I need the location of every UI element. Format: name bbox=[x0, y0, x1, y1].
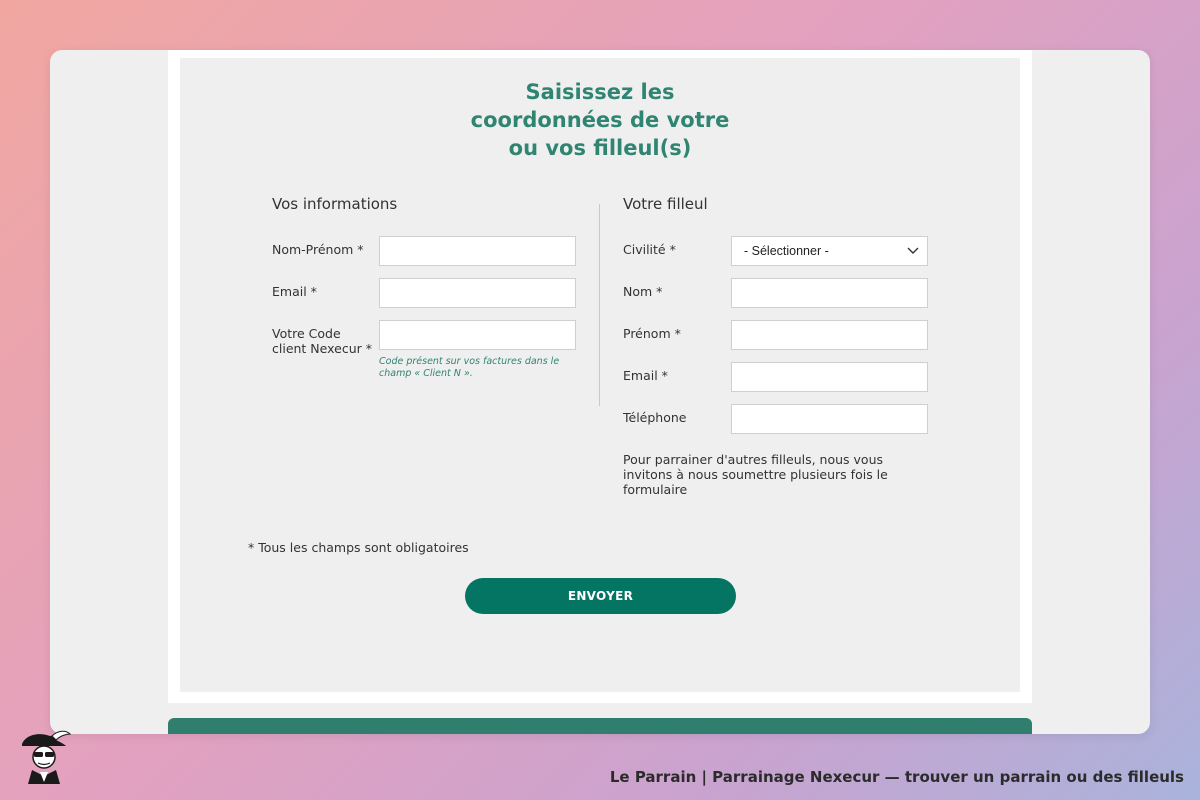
filleul-email-label: Email * bbox=[623, 368, 668, 383]
form-title-line-2: coordonnées de votre bbox=[470, 108, 730, 132]
prenom-label: Prénom * bbox=[623, 326, 681, 341]
form-title-line-1: Saisissez les bbox=[525, 80, 675, 104]
form-title-line-3: ou vos filleul(s) bbox=[508, 136, 692, 160]
referral-form-panel: Saisissez les coordonnées de votre ou vo… bbox=[180, 58, 1020, 692]
code-client-hint-line-2: champ « Client N ». bbox=[379, 368, 473, 379]
filleul-heading: Votre filleul bbox=[623, 195, 708, 213]
required-fields-note: * Tous les champs sont obligatoires bbox=[248, 540, 469, 555]
nom-label: Nom * bbox=[623, 284, 663, 299]
nom-prenom-input[interactable] bbox=[379, 236, 576, 266]
civilite-selected-value: - Sélectionner - bbox=[744, 244, 829, 258]
code-client-hint: Code présent sur vos factures dans le ch… bbox=[379, 356, 569, 380]
page-frame: Saisissez les coordonnées de votre ou vo… bbox=[168, 50, 1032, 703]
chevron-down-icon bbox=[907, 247, 919, 254]
your-info-heading: Vos informations bbox=[272, 195, 398, 213]
note-line-3: formulaire bbox=[623, 482, 688, 497]
code-client-input[interactable] bbox=[379, 320, 576, 350]
note-line-1: Pour parrainer d'autres filleuls, nous v… bbox=[623, 452, 884, 467]
multiple-filleuls-note: Pour parrainer d'autres filleuls, nous v… bbox=[623, 452, 903, 497]
parrain-logo-icon bbox=[22, 730, 72, 784]
page-caption: Le Parrain | Parrainage Nexecur — trouve… bbox=[609, 768, 1184, 786]
envoyer-button[interactable]: ENVOYER bbox=[465, 578, 736, 614]
email-input[interactable] bbox=[379, 278, 576, 308]
filleul-email-input[interactable] bbox=[731, 362, 928, 392]
code-client-label: Votre Code client Nexecur * bbox=[272, 326, 372, 356]
column-divider bbox=[599, 204, 600, 406]
nom-prenom-label: Nom-Prénom * bbox=[272, 242, 364, 257]
prenom-input[interactable] bbox=[731, 320, 928, 350]
note-line-2: invitons à nous soumettre plusieurs fois… bbox=[623, 467, 888, 482]
footer-bar bbox=[168, 718, 1032, 734]
email-label: Email * bbox=[272, 284, 317, 299]
code-client-hint-line-1: Code présent sur vos factures dans le bbox=[379, 356, 560, 367]
civilite-select[interactable]: - Sélectionner - bbox=[731, 236, 928, 266]
code-client-label-line-2: client Nexecur * bbox=[272, 341, 372, 356]
code-client-label-line-1: Votre Code bbox=[272, 326, 341, 341]
civilite-label: Civilité * bbox=[623, 242, 676, 257]
telephone-input[interactable] bbox=[731, 404, 928, 434]
form-title: Saisissez les coordonnées de votre ou vo… bbox=[180, 78, 1020, 162]
browser-window: Saisissez les coordonnées de votre ou vo… bbox=[50, 50, 1150, 734]
nom-input[interactable] bbox=[731, 278, 928, 308]
telephone-label: Téléphone bbox=[623, 410, 687, 425]
